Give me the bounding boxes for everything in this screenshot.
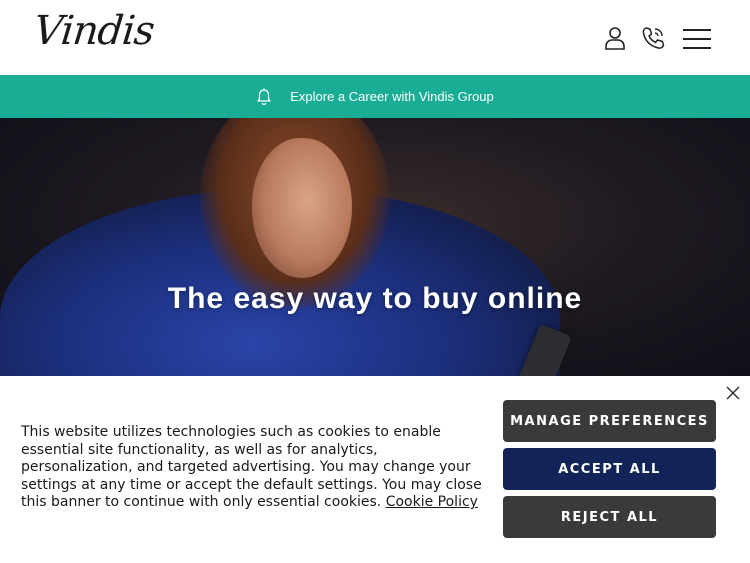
cookie-message: This website utilizes technologies such … xyxy=(21,424,491,512)
account-icon[interactable] xyxy=(602,25,628,51)
cookie-policy-link[interactable]: Cookie Policy xyxy=(386,494,478,510)
hero-banner: The easy way to buy online xyxy=(0,118,750,376)
bell-icon xyxy=(257,88,271,105)
phone-icon[interactable] xyxy=(640,25,666,51)
site-header: Vindis xyxy=(0,0,750,75)
vindis-logo[interactable]: Vindis xyxy=(32,8,157,54)
career-banner-text: Explore a Career with Vindis Group xyxy=(290,89,494,104)
reject-all-button[interactable]: REJECT ALL xyxy=(503,496,716,538)
manage-preferences-button[interactable]: MANAGE PREFERENCES xyxy=(503,400,716,442)
career-banner[interactable]: Explore a Career with Vindis Group xyxy=(0,75,750,118)
hero-title: The easy way to buy online xyxy=(167,282,583,315)
accept-all-button[interactable]: ACCEPT ALL xyxy=(503,448,716,490)
close-icon[interactable] xyxy=(724,384,742,402)
menu-icon[interactable] xyxy=(683,28,711,50)
cookie-banner: This website utilizes technologies such … xyxy=(0,376,750,563)
